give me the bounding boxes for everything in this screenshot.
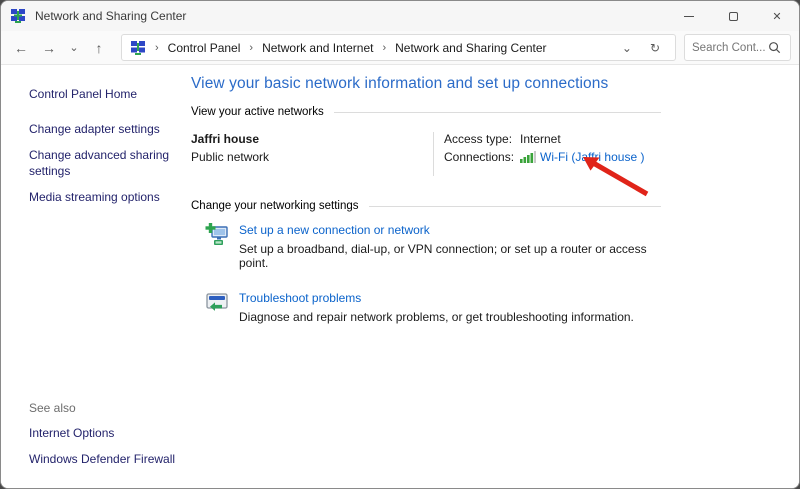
up-button[interactable]: ↑ bbox=[87, 36, 111, 60]
address-bar[interactable]: › Control Panel › Network and Internet ›… bbox=[121, 34, 676, 61]
troubleshoot-description: Diagnose and repair network problems, or… bbox=[239, 310, 634, 324]
sidebar-item-windows-defender-firewall[interactable]: Windows Defender Firewall bbox=[29, 451, 175, 467]
network-name: Jaffri house bbox=[191, 132, 433, 146]
setup-connection-link[interactable]: Set up a new connection or network bbox=[239, 223, 430, 237]
vertical-divider bbox=[433, 132, 434, 176]
networking-settings-section-header: Change your networking settings bbox=[191, 200, 661, 212]
network-sharing-center-window: Network and Sharing Center ✕ ← → ⌄ ↑ bbox=[0, 0, 800, 489]
active-networks-section-label: View your active networks bbox=[191, 106, 324, 118]
back-button[interactable]: ← bbox=[9, 36, 33, 60]
sidebar-item-control-panel-home[interactable]: Control Panel Home bbox=[29, 86, 179, 102]
active-networks-section-header: View your active networks bbox=[191, 106, 661, 118]
breadcrumb-network-and-internet[interactable]: Network and Internet bbox=[260, 41, 375, 55]
main-panel: View your basic network information and … bbox=[191, 65, 661, 324]
setup-connection-description: Set up a broadband, dial-up, or VPN conn… bbox=[239, 242, 661, 270]
sidebar: Control Panel Home Change adapter settin… bbox=[1, 65, 189, 488]
access-type-label: Access type: bbox=[444, 132, 520, 146]
troubleshoot-link[interactable]: Troubleshoot problems bbox=[239, 291, 361, 305]
page-title: View your basic network information and … bbox=[191, 75, 661, 93]
recent-pages-chevron-icon[interactable]: ⌄ bbox=[65, 36, 83, 60]
network-type: Public network bbox=[191, 150, 433, 164]
breadcrumb-separator: › bbox=[375, 42, 393, 54]
sidebar-item-media-streaming-options[interactable]: Media streaming options bbox=[29, 189, 179, 205]
maximize-button[interactable] bbox=[711, 1, 755, 31]
minimize-icon bbox=[684, 16, 694, 17]
sidebar-item-change-adapter-settings[interactable]: Change adapter settings bbox=[29, 121, 179, 137]
address-dropdown-icon[interactable]: ⌄ bbox=[613, 41, 641, 55]
setup-connection-task: Set up a new connection or network Set u… bbox=[205, 223, 661, 270]
connections-label: Connections: bbox=[444, 150, 520, 164]
minimize-button[interactable] bbox=[667, 1, 711, 31]
section-rule bbox=[334, 112, 661, 113]
search-icon[interactable] bbox=[768, 41, 781, 54]
setup-connection-icon bbox=[205, 223, 229, 247]
access-type-value: Internet bbox=[520, 132, 561, 146]
breadcrumb-network-and-sharing-center[interactable]: Network and Sharing Center bbox=[393, 41, 548, 55]
search-box bbox=[684, 34, 791, 61]
breadcrumb-separator: › bbox=[242, 42, 260, 54]
navigation-bar: ← → ⌄ ↑ › Control Panel › Network and In… bbox=[1, 31, 799, 65]
window-controls: ✕ bbox=[667, 1, 799, 31]
content-area: Control Panel Home Change adapter settin… bbox=[1, 65, 799, 488]
network-location-icon bbox=[130, 41, 146, 55]
active-network-row: Jaffri house Public network Access type:… bbox=[191, 132, 661, 176]
forward-button[interactable]: → bbox=[37, 36, 61, 60]
refresh-icon[interactable]: ↻ bbox=[641, 41, 669, 55]
search-input[interactable] bbox=[692, 42, 768, 54]
network-app-icon bbox=[10, 8, 26, 24]
sidebar-item-internet-options[interactable]: Internet Options bbox=[29, 425, 175, 441]
title-bar: Network and Sharing Center ✕ bbox=[1, 1, 799, 31]
networking-settings-section-label: Change your networking settings bbox=[191, 200, 359, 212]
breadcrumb-control-panel[interactable]: Control Panel bbox=[166, 41, 243, 55]
breadcrumb-separator: › bbox=[148, 42, 166, 54]
troubleshoot-task: Troubleshoot problems Diagnose and repai… bbox=[205, 291, 661, 324]
maximize-icon bbox=[729, 12, 738, 21]
close-button[interactable]: ✕ bbox=[755, 1, 799, 31]
wifi-signal-icon bbox=[520, 151, 536, 163]
wifi-connection-link[interactable]: Wi-Fi (Jaffri house ) bbox=[540, 150, 644, 164]
troubleshoot-icon bbox=[205, 291, 229, 315]
see-also-label: See also bbox=[29, 401, 175, 415]
section-rule bbox=[369, 206, 662, 207]
sidebar-item-change-advanced-sharing-settings[interactable]: Change advanced sharing settings bbox=[29, 147, 179, 179]
window-title: Network and Sharing Center bbox=[35, 9, 667, 23]
